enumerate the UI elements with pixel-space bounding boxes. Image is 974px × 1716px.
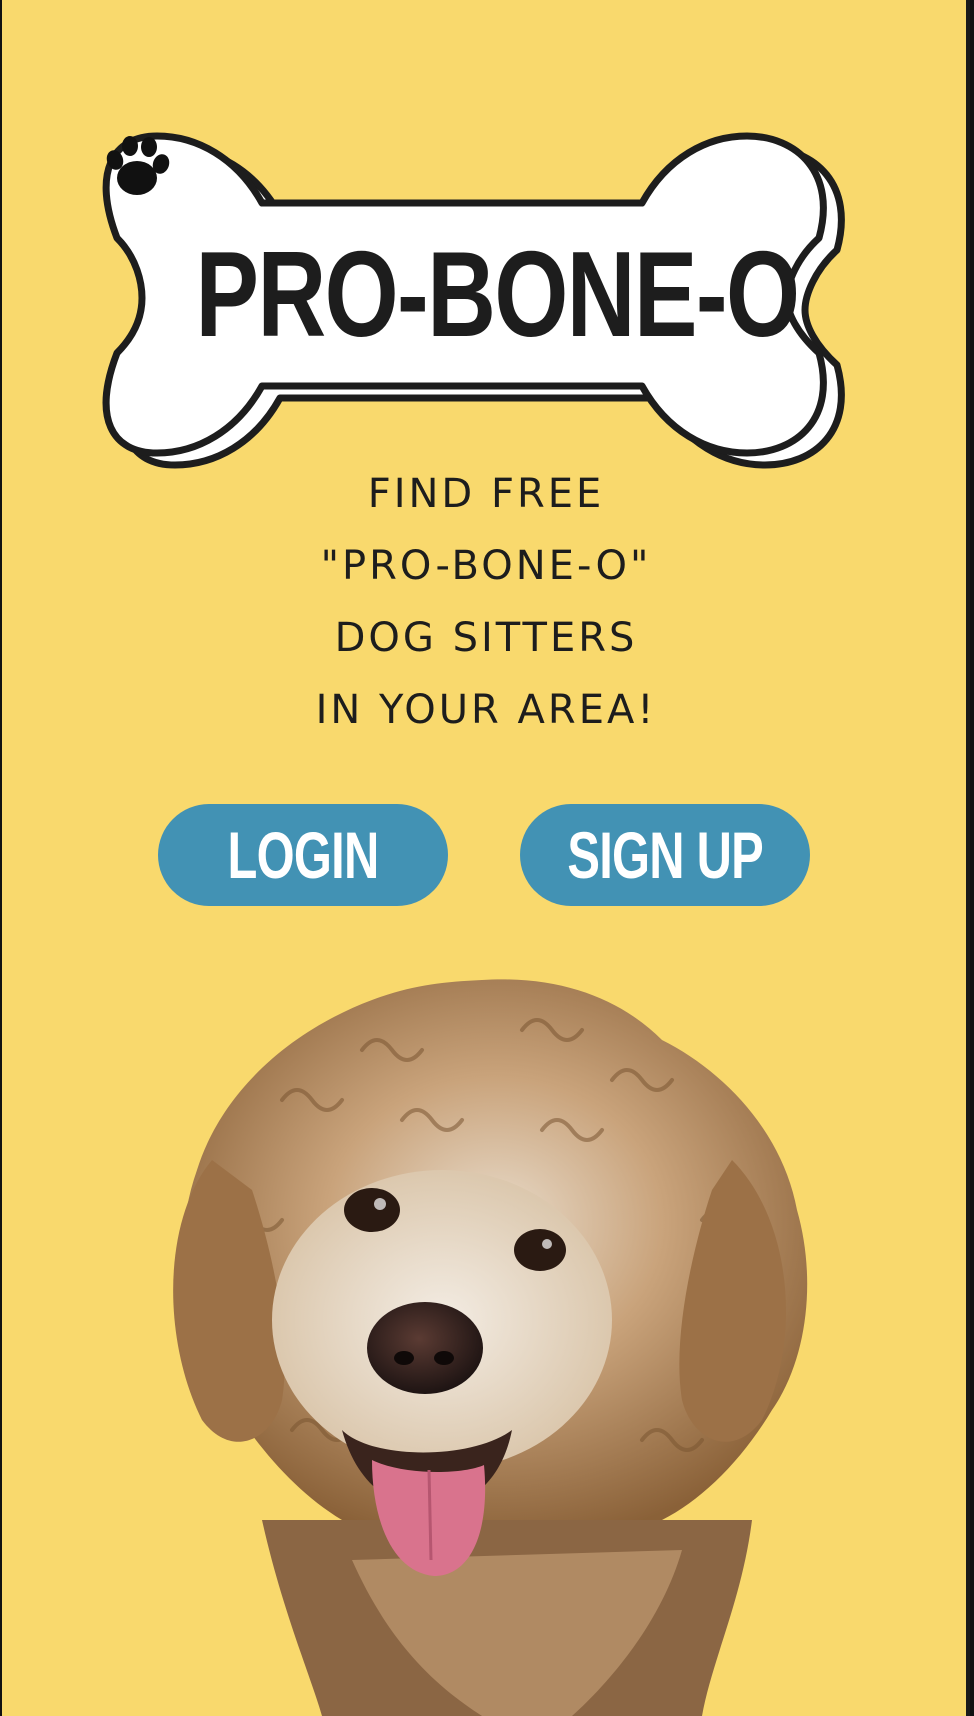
- signup-button[interactable]: SIGN UP: [520, 804, 810, 906]
- app-logo: PRO-BONE-O: [97, 128, 897, 483]
- tagline-line: "PRO-BONE-O": [320, 543, 652, 589]
- signup-button-label: SIGN UP: [567, 818, 763, 892]
- tagline-line: IN YOUR AREA!: [315, 687, 657, 733]
- paw-icon: [106, 136, 170, 195]
- brand-title: PRO-BONE-O: [195, 226, 800, 362]
- tagline: FIND FREE "PRO-BONE-O" DOG SITTERS IN YO…: [2, 458, 970, 746]
- screen-edge: [966, 0, 970, 1716]
- login-button-label: LOGIN: [227, 818, 380, 892]
- tagline-line: FIND FREE: [367, 471, 605, 517]
- welcome-screen: PRO-BONE-O FIND FREE "PRO-BONE-O" DOG SI…: [2, 0, 970, 1716]
- login-button[interactable]: LOGIN: [158, 804, 448, 906]
- dog-photo: [173, 979, 808, 1716]
- tagline-line: DOG SITTERS: [334, 615, 638, 661]
